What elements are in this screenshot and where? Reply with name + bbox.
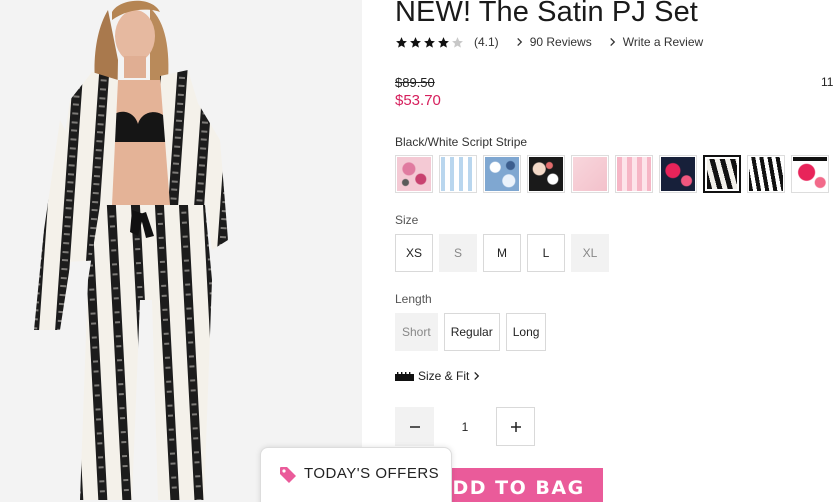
plus-icon — [510, 421, 521, 432]
todays-offers-label: TODAY'S OFFERS — [304, 465, 440, 482]
size-fit-link[interactable]: Size & Fit — [395, 369, 481, 383]
star-filled-icon — [410, 36, 421, 48]
rating-value: (4.1) — [474, 35, 499, 49]
product-image[interactable] — [0, 0, 362, 502]
cropped-number: 11 — [821, 75, 833, 89]
swatch-navy-red-floral[interactable] — [659, 155, 697, 193]
write-review-link[interactable]: Write a Review — [608, 35, 703, 49]
size-option-xl[interactable]: XL — [571, 234, 609, 272]
star-filled-icon — [396, 36, 407, 48]
quantity-value[interactable]: 1 — [434, 420, 496, 434]
minus-icon — [409, 425, 420, 428]
decrease-quantity-button[interactable] — [395, 407, 434, 446]
color-swatches — [395, 155, 833, 193]
todays-offers-button[interactable]: TODAY'S OFFERS — [260, 447, 452, 502]
size-option-s[interactable]: S — [439, 234, 477, 272]
size-option-l[interactable]: L — [527, 234, 565, 272]
swatch-blue-stripe[interactable] — [439, 155, 477, 193]
size-option-xs[interactable]: XS — [395, 234, 433, 272]
size-label: Size — [395, 213, 419, 227]
swatch-pink-solid[interactable] — [571, 155, 609, 193]
size-option-m[interactable]: M — [483, 234, 521, 272]
swatch-black-floral[interactable] — [527, 155, 565, 193]
swatch-black-white-script-stripe[interactable] — [703, 155, 741, 193]
reviews-link[interactable]: 90 Reviews — [515, 35, 592, 49]
selected-color-name: Black/White Script Stripe — [395, 135, 528, 149]
chevron-right-icon — [474, 371, 480, 381]
length-option-long[interactable]: Long — [505, 313, 547, 351]
star-filled-icon — [424, 36, 435, 48]
price-tag-icon — [280, 467, 296, 483]
swatch-red-floral[interactable] — [791, 155, 829, 193]
sale-price: $53.70 — [395, 92, 441, 109]
ruler-icon — [395, 371, 414, 381]
length-option-regular[interactable]: Regular — [443, 313, 500, 351]
swatch-pink-floral[interactable] — [395, 155, 433, 193]
reviews-link-label: 90 Reviews — [529, 35, 592, 49]
length-option-short[interactable]: Short — [395, 313, 438, 351]
rating-stars[interactable] — [395, 36, 465, 49]
swatch-black-white-stripe[interactable] — [747, 155, 785, 193]
star-filled-icon — [438, 36, 449, 48]
write-review-link-label: Write a Review — [622, 35, 704, 49]
chevron-right-icon — [609, 37, 615, 47]
size-options: XS S M L XL — [395, 234, 615, 272]
quantity-stepper: 1 — [395, 407, 535, 446]
length-label: Length — [395, 292, 432, 306]
product-photo-illustration — [0, 0, 362, 502]
increase-quantity-button[interactable] — [496, 407, 535, 446]
product-title: NEW! The Satin PJ Set — [395, 0, 698, 28]
star-empty-icon — [452, 36, 463, 48]
length-options: Short Regular Long — [395, 313, 552, 351]
original-price: $89.50 — [395, 75, 435, 90]
swatch-pink-stripe[interactable] — [615, 155, 653, 193]
rating-row: (4.1) 90 Reviews Write a Review — [395, 34, 703, 50]
size-fit-label: Size & Fit — [418, 369, 470, 383]
swatch-blue-floral[interactable] — [483, 155, 521, 193]
chevron-right-icon — [516, 37, 522, 47]
